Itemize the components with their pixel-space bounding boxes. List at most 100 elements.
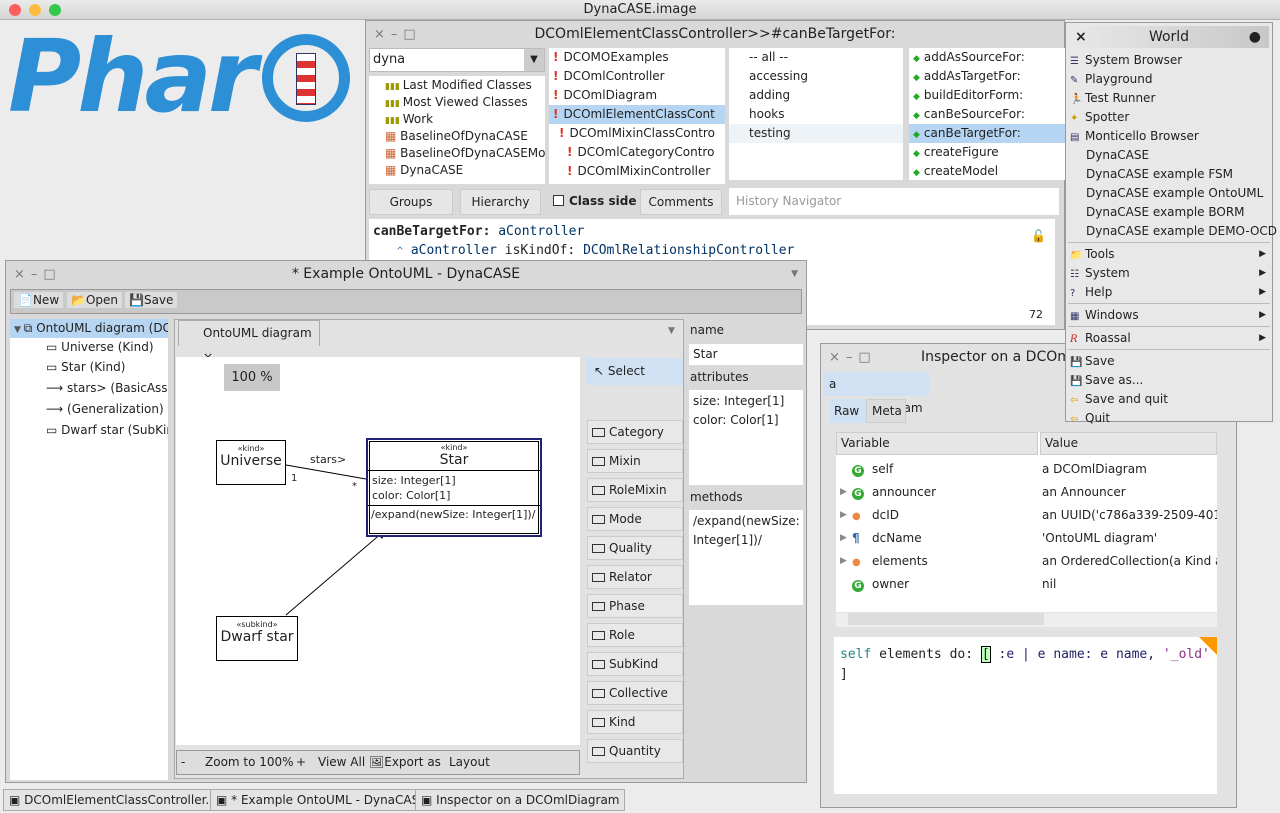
- name-field[interactable]: Star: [689, 344, 803, 365]
- methods-field[interactable]: /expand(newSize: Integer[1])/: [689, 510, 803, 605]
- expand-arrow-icon[interactable]: ▶: [840, 481, 847, 503]
- diagram-canvas[interactable]: 100 % «kind» Universe stars> 1 * «kind» St…: [176, 357, 580, 745]
- zoom-out-button[interactable]: -: [181, 751, 185, 774]
- menu-system[interactable]: ☷ System ▶: [1066, 264, 1272, 283]
- menu-playground[interactable]: ✎ Playground: [1066, 70, 1272, 89]
- menu-dynacase-ontouml[interactable]: DynaCASE example OntoUML: [1066, 184, 1272, 203]
- class-item[interactable]: ! DCOmlMixinClassContro: [549, 124, 725, 143]
- method-item-selected[interactable]: ◆ canBeTargetFor:: [909, 124, 1065, 143]
- class-item[interactable]: ! DCOMOExamples: [549, 48, 725, 67]
- palette-quantity[interactable]: Quantity: [587, 739, 683, 763]
- tab-ontouml-diagram[interactable]: OntoUML diagram ×: [178, 320, 320, 364]
- tree-item[interactable]: ▭ Star (Kind): [10, 358, 168, 377]
- tree-item[interactable]: ⟶ stars> (BasicAssoci: [10, 379, 168, 398]
- groups-button[interactable]: Groups: [369, 189, 453, 215]
- method-item[interactable]: ◆ canBeSourceFor:: [909, 105, 1065, 124]
- palette-mode[interactable]: Mode: [587, 507, 683, 531]
- package-search-input[interactable]: dyna ▼: [369, 48, 545, 72]
- menu-system-browser[interactable]: ☰ System Browser: [1066, 51, 1272, 70]
- zoom-100-button[interactable]: Zoom to 100%: [205, 751, 294, 774]
- menu-save[interactable]: 💾 Save: [1066, 352, 1272, 371]
- menu-quit[interactable]: ⇦ Quit: [1066, 409, 1272, 428]
- expand-arrow-icon[interactable]: ▶: [840, 504, 847, 526]
- menu-tools[interactable]: 📁 Tools ▶: [1066, 245, 1272, 264]
- close-window-button[interactable]: [9, 4, 21, 16]
- palette-subkind[interactable]: SubKind: [587, 652, 683, 676]
- palette-relator[interactable]: Relator: [587, 565, 683, 589]
- close-icon[interactable]: ×: [1075, 26, 1087, 48]
- protocol-item[interactable]: adding: [745, 86, 903, 105]
- save-button[interactable]: 💾Save: [125, 292, 178, 308]
- column-header-variable[interactable]: Variable: [836, 432, 1038, 455]
- menu-save-as[interactable]: 💾 Save as...: [1066, 371, 1272, 390]
- menu-spotter[interactable]: ✦ Spotter: [1066, 108, 1272, 127]
- table-row[interactable]: ▶ ● elements an OrderedCollection(a Kind a …: [836, 550, 1217, 572]
- protocol-item[interactable]: accessing: [745, 67, 903, 86]
- table-row[interactable]: ▶ ¶ dcName 'OntoUML diagram': [836, 527, 1217, 549]
- class-list[interactable]: ! DCOMOExamples ! DCOmlController ! DCOmlDi…: [549, 48, 725, 184]
- inspector-code-pane[interactable]: self elements do: [ :e | e name: e name,…: [834, 637, 1217, 794]
- tree-item-root[interactable]: ▼ ⧉ OntoUML diagram (DC: [10, 319, 168, 338]
- palette-rolemixin[interactable]: RoleMixin: [587, 478, 683, 502]
- table-row[interactable]: ▶ Gannouncer an Announcer: [836, 481, 1217, 503]
- inspector-object-tab[interactable]: a DCOmlDiagram: [823, 372, 929, 415]
- taskbar-item-inspector[interactable]: ▣ Inspector on a DCOmlDiagram: [415, 789, 626, 811]
- title-bar[interactable]: ×–□ DCOmlElementClassController>>#canBeTa…: [366, 21, 1064, 48]
- class-side-checkbox[interactable]: Class side: [553, 194, 636, 208]
- class-item[interactable]: ! DCOmlCategoryContro: [549, 143, 725, 162]
- association-label[interactable]: stars>: [310, 453, 346, 466]
- window-controls[interactable]: ×–□: [829, 344, 877, 371]
- palette-kind[interactable]: Kind: [587, 710, 683, 734]
- menu-help[interactable]: ? Help ▶: [1066, 283, 1272, 302]
- view-all-button[interactable]: View All: [318, 751, 365, 774]
- table-row[interactable]: Gself a DCOmlDiagram: [836, 458, 1217, 480]
- class-item[interactable]: ! DCOmlMixinController: [549, 162, 725, 178]
- menu-monticello[interactable]: ▤ Monticello Browser: [1066, 127, 1272, 146]
- tree-item[interactable]: ▭ Universe (Kind): [10, 338, 168, 357]
- checkbox-icon[interactable]: [553, 195, 564, 206]
- menu-dynacase-borm[interactable]: DynaCASE example BORM: [1066, 203, 1272, 222]
- lock-icon[interactable]: 🔓: [1031, 227, 1046, 246]
- menu-test-runner[interactable]: 🏃 Test Runner: [1066, 89, 1272, 108]
- column-header-value[interactable]: Value: [1040, 432, 1217, 455]
- palette-collective[interactable]: Collective: [587, 681, 683, 705]
- method-item[interactable]: ◆ buildEditorForm:: [909, 86, 1065, 105]
- window-controls[interactable]: ×–□: [374, 21, 422, 48]
- table-row[interactable]: ▶ ● dcID an UUID('c786a339-2509-4010-9: [836, 504, 1217, 526]
- palette-phase[interactable]: Phase: [587, 594, 683, 618]
- class-universe[interactable]: «kind» Universe: [216, 440, 286, 485]
- history-navigator[interactable]: History Navigator: [729, 188, 1059, 215]
- expand-arrow-icon[interactable]: ▶: [840, 527, 847, 549]
- protocol-item[interactable]: -- all --: [745, 48, 903, 67]
- palette-role[interactable]: Role: [587, 623, 683, 647]
- export-button[interactable]: 🖼Export as: [369, 751, 441, 774]
- method-item[interactable]: ◆ addAsTargetFor:: [909, 67, 1065, 86]
- menu-windows[interactable]: ▦ Windows ▶: [1066, 306, 1272, 325]
- pin-icon[interactable]: ●: [1249, 26, 1261, 48]
- model-tree[interactable]: ▼ ⧉ OntoUML diagram (DC ▭ Universe (Kind…: [10, 319, 168, 780]
- title-bar[interactable]: ×–□ * Example OntoUML - DynaCASE ▼: [6, 261, 806, 288]
- protocol-list[interactable]: -- all -- accessing adding hooks testing: [729, 48, 903, 180]
- menu-save-and-quit[interactable]: ⇦ Save and quit: [1066, 390, 1272, 409]
- palette-select-tool[interactable]: ↖ Select: [586, 358, 683, 385]
- tab-menu-icon[interactable]: ▼: [668, 326, 675, 336]
- zoom-window-button[interactable]: [49, 4, 61, 16]
- window-controls[interactable]: ×–□: [14, 261, 62, 288]
- class-item[interactable]: ! DCOmlController: [549, 67, 725, 86]
- attributes-field[interactable]: size: Integer[1] color: Color[1]: [689, 390, 803, 485]
- menu-roassal[interactable]: R Roassal ▶: [1066, 329, 1272, 348]
- method-list[interactable]: ◆ addAsSourceFor: ◆ addAsTargetFor: ◆ build…: [909, 48, 1065, 180]
- window-menu-icon[interactable]: ▼: [791, 261, 798, 288]
- tree-item[interactable]: ▭ Dwarf star (SubKin: [10, 421, 168, 440]
- new-button[interactable]: 📄New: [14, 292, 64, 308]
- class-dwarf-star[interactable]: «subkind» Dwarf star: [216, 616, 298, 661]
- open-button[interactable]: 📂Open: [67, 292, 123, 308]
- taskbar-item-editor[interactable]: ▣ * Example OntoUML - DynaCASE: [210, 789, 433, 811]
- expand-arrow-icon[interactable]: ▶: [840, 550, 847, 572]
- menu-dynacase[interactable]: DynaCASE: [1066, 146, 1272, 165]
- tree-item[interactable]: ⟶ (Generalization): [10, 400, 168, 419]
- class-item-selected[interactable]: ! DCOmlElementClassCont: [549, 105, 725, 124]
- method-item[interactable]: ◆ createFigure: [909, 143, 1065, 162]
- protocol-item[interactable]: hooks: [745, 105, 903, 124]
- class-item[interactable]: ! DCOmlDiagram: [549, 86, 725, 105]
